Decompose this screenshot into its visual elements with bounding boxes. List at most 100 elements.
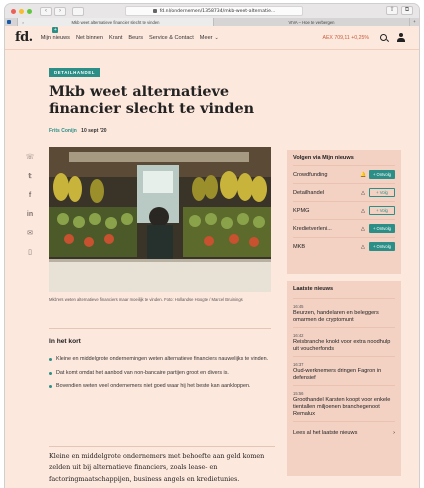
bell-icon[interactable]: 🔔 bbox=[360, 172, 366, 178]
in-het-kort-title: In het kort bbox=[49, 338, 81, 345]
bell-outline-icon[interactable]: △ bbox=[360, 226, 366, 232]
whatsapp-icon[interactable]: ☏ bbox=[26, 154, 35, 162]
author-link[interactable]: Frits Conijn bbox=[49, 128, 77, 134]
share-column: ☏ 𝕥 f in ✉ ▯ bbox=[25, 154, 35, 257]
news-headline: Oud-werknemers dringen Fagron in defensi… bbox=[293, 368, 382, 381]
browser-toolbar: ‹ › fd.nl/ondernemen/1358734/mkb-weet-al… bbox=[5, 4, 419, 18]
bell-outline-icon[interactable]: △ bbox=[360, 244, 366, 250]
follow-panel: Volgen via Mijn nieuws Crowdfunding 🔔 + … bbox=[287, 150, 401, 274]
main-nav: + Mijn nieuws Net binnen Krant Beurs Ser… bbox=[40, 26, 219, 41]
address-bar[interactable]: fd.nl/ondernemen/1358734/mkb-weet-altern… bbox=[125, 6, 303, 16]
news-time: 16:45 bbox=[293, 304, 304, 309]
follow-row: Detailhandel △ + Volg bbox=[293, 183, 395, 201]
nav-mijn-nieuws[interactable]: + Mijn nieuws bbox=[40, 26, 70, 41]
news-item[interactable]: 16:37 Oud-werknemers dringen Fagron in d… bbox=[293, 356, 395, 385]
aex-ticker[interactable]: AEX 709,11 +0,25% bbox=[323, 35, 369, 41]
bell-outline-icon[interactable]: △ bbox=[360, 208, 366, 214]
bookmark-icon[interactable]: ▯ bbox=[28, 249, 32, 257]
topic-label[interactable]: MKB bbox=[293, 244, 360, 250]
photo-caption: Mkb'ers weten alternatieve financiers ma… bbox=[49, 297, 243, 302]
close-window-button[interactable] bbox=[11, 8, 16, 14]
topic-label[interactable]: Crowdfunding bbox=[293, 172, 360, 178]
follow-panel-title: Volgen via Mijn nieuws bbox=[293, 155, 354, 161]
pinned-tabs bbox=[5, 18, 17, 26]
user-icon[interactable] bbox=[397, 33, 405, 42]
unfollow-button[interactable]: + Ontvolg bbox=[368, 170, 395, 179]
browser-actions: ⇧ ⧉ bbox=[386, 6, 413, 15]
facebook-icon[interactable]: f bbox=[29, 192, 31, 200]
minimize-window-button[interactable] bbox=[19, 8, 24, 14]
summary-item: Bovendien weten veel ondernemers niet go… bbox=[49, 382, 271, 391]
news-headline: Reisbranche knokt voor extra noodhulp ui… bbox=[293, 339, 391, 352]
summary-list: Kleine en middelgrote ondernemingen wete… bbox=[49, 355, 271, 391]
email-icon[interactable]: ✉ bbox=[27, 230, 33, 238]
unfollow-button[interactable]: + Ontvolg bbox=[368, 242, 395, 251]
in-het-kort: In het kort Kleine en middelgrote ondern… bbox=[49, 328, 271, 432]
news-headline: Groothandel Karsten koopt voor enkele ti… bbox=[293, 397, 391, 417]
follow-row: Crowdfunding 🔔 + Ontvolg bbox=[293, 165, 395, 183]
fd-logo[interactable]: fd. bbox=[15, 30, 33, 45]
lock-icon bbox=[152, 9, 157, 13]
twitter-icon[interactable]: 𝕥 bbox=[28, 173, 31, 181]
latest-news-title: Laatste nieuws bbox=[293, 286, 334, 292]
article-body: Kleine en middelgrote ondernemers met be… bbox=[49, 446, 275, 485]
close-tab-icon[interactable]: × bbox=[22, 20, 24, 25]
pinned-tab-icon[interactable] bbox=[7, 20, 11, 24]
publish-date: 10 sept '20 bbox=[81, 128, 107, 134]
nav-label: Mijn nieuws bbox=[40, 34, 70, 41]
follow-row: Kredietverleni... △ + Ontvolg bbox=[293, 219, 395, 237]
chevron-down-icon: ⌄ bbox=[214, 34, 219, 41]
back-button[interactable]: ‹ bbox=[40, 6, 52, 16]
history-nav: ‹ › bbox=[40, 6, 66, 16]
follow-row: MKB △ + Ontvolg bbox=[293, 237, 395, 255]
topic-label[interactable]: Detailhandel bbox=[293, 190, 360, 196]
follow-row: KPMG △ + Volg bbox=[293, 201, 395, 219]
maximize-window-button[interactable] bbox=[27, 8, 32, 14]
article-title: Mkb weet alternatieve financier slecht t… bbox=[49, 83, 255, 117]
tab-bar: × Mkb weet alternatieve financier slecht… bbox=[5, 18, 419, 26]
follow-button[interactable]: + Volg bbox=[369, 188, 395, 197]
topic-label[interactable]: Kredietverleni... bbox=[293, 226, 360, 232]
summary-item: Dat komt omdat het aanbod van non-bancai… bbox=[49, 369, 271, 378]
summary-item: Kleine en middelgrote ondernemingen wete… bbox=[49, 355, 271, 364]
category-label[interactable]: DETAILHANDEL bbox=[49, 68, 101, 77]
byline: Frits Conijn 10 sept '20 bbox=[49, 128, 107, 134]
tab-viva[interactable]: VIVA – Hoe te verbergen bbox=[213, 18, 409, 26]
site-header: fd. + Mijn nieuws Net binnen Krant Beurs… bbox=[5, 26, 419, 50]
nav-service-contact[interactable]: Service & Contact bbox=[149, 35, 194, 41]
tabs-overview-icon[interactable]: ⧉ bbox=[401, 6, 413, 15]
chevron-right-icon: › bbox=[393, 430, 395, 436]
search-icon[interactable] bbox=[380, 34, 387, 41]
nav-krant[interactable]: Krant bbox=[109, 35, 122, 41]
new-tab-button[interactable]: + bbox=[409, 18, 419, 26]
sidebar-toggle-button[interactable] bbox=[72, 6, 84, 16]
article-photo bbox=[49, 147, 271, 292]
share-icon[interactable]: ⇧ bbox=[386, 6, 398, 15]
nav-badge: + bbox=[52, 26, 59, 33]
news-item[interactable]: 15:56 Groothandel Karsten koopt voor enk… bbox=[293, 385, 395, 421]
topic-label[interactable]: KPMG bbox=[293, 208, 360, 214]
news-item[interactable]: 16:45 Beurzen, handelaren en beleggers o… bbox=[293, 298, 395, 327]
nav-beurs[interactable]: Beurs bbox=[128, 35, 143, 41]
bell-outline-icon[interactable]: △ bbox=[360, 190, 366, 196]
tab-label: Mkb weet alternatieve financier slecht t… bbox=[71, 19, 160, 25]
latest-news-panel: Laatste nieuws 16:45 Beurzen, handelaren… bbox=[287, 281, 401, 476]
all-news-link[interactable]: Lees al het laatste nieuws › bbox=[293, 421, 395, 436]
news-time: 16:42 bbox=[293, 333, 304, 338]
browser-window: ‹ › fd.nl/ondernemen/1358734/mkb-weet-al… bbox=[5, 4, 419, 488]
tab-label: VIVA – Hoe te verbergen bbox=[288, 19, 335, 25]
all-news-label: Lees al het laatste nieuws bbox=[293, 430, 358, 436]
news-item[interactable]: 16:42 Reisbranche knokt voor extra noodh… bbox=[293, 327, 395, 356]
linkedin-icon[interactable]: in bbox=[27, 211, 33, 219]
window-controls bbox=[11, 8, 32, 14]
news-time: 16:37 bbox=[293, 362, 304, 367]
forward-button[interactable]: › bbox=[54, 6, 66, 16]
follow-button[interactable]: + Volg bbox=[369, 206, 395, 215]
tab-article[interactable]: × Mkb weet alternatieve financier slecht… bbox=[17, 18, 213, 26]
url-text: fd.nl/ondernemen/1358734/mkb-weet-altern… bbox=[159, 8, 276, 14]
nav-label: Meer bbox=[199, 34, 213, 41]
nav-meer[interactable]: Meer ⌄ bbox=[200, 35, 219, 41]
nav-net-binnen[interactable]: Net binnen bbox=[76, 35, 103, 41]
news-headline: Beurzen, handelaren en beleggers omarmen… bbox=[293, 310, 379, 323]
unfollow-button[interactable]: + Ontvolg bbox=[368, 224, 395, 233]
